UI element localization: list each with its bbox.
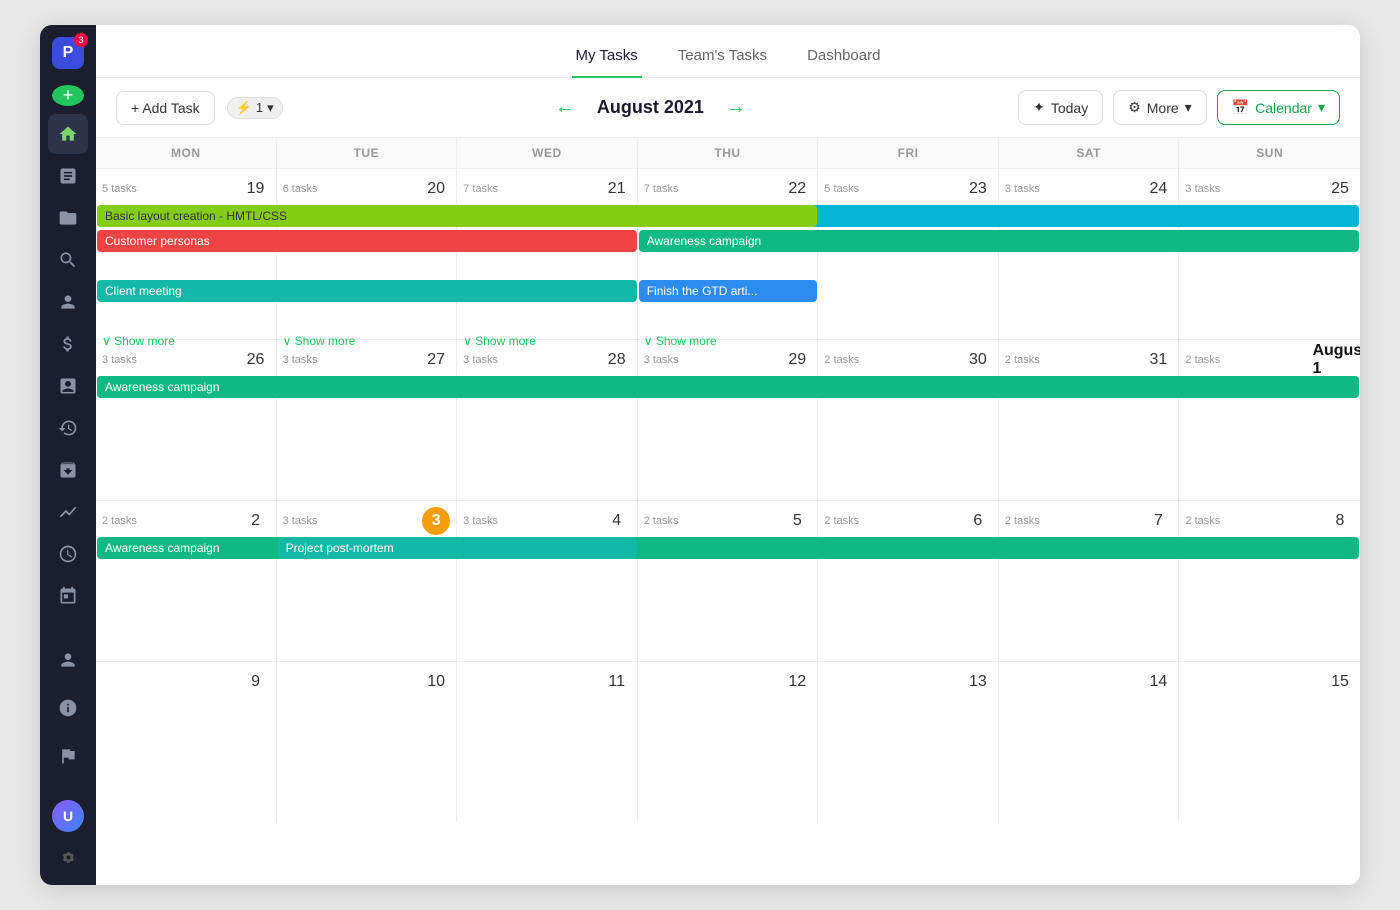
day-header-mon: MON	[96, 138, 277, 168]
more-label: More	[1147, 100, 1179, 116]
day-header-fri: FRI	[818, 138, 999, 168]
header-tabs: My Tasks Team's Tasks Dashboard	[96, 25, 1360, 78]
day-header-tue: TUE	[277, 138, 458, 168]
current-month: August 2021	[597, 97, 704, 118]
calendar-button[interactable]: 📅 Calendar ▾	[1217, 90, 1340, 125]
calendar-label: Calendar	[1255, 100, 1312, 116]
user-avatar[interactable]: U	[52, 800, 84, 832]
day-headers: MON TUE WED THU FRI SAT SUN	[96, 138, 1360, 169]
filter-dropdown-icon: ▾	[267, 100, 274, 116]
sidebar: P 3 +	[40, 25, 96, 885]
week-row-3: 2 tasks 2 3 tasks 3 3 ta	[96, 501, 1360, 662]
today-icon: ✦	[1033, 99, 1045, 116]
settings-icon: ⚙	[1128, 99, 1141, 116]
event-finish-gtd[interactable]: Finish the GTD arti...	[639, 280, 818, 302]
sidebar-item-home[interactable]	[48, 114, 88, 154]
next-month-button[interactable]: →	[720, 92, 752, 124]
event-customer-personas[interactable]: Customer personas	[97, 230, 637, 252]
calendar-dropdown-icon: ▾	[1318, 99, 1325, 116]
week-row-1: 5 tasks 19 6 tasks 20 7	[96, 169, 1360, 340]
today-button[interactable]: ✦ Today	[1018, 90, 1103, 125]
filter-icon: ⚡	[236, 100, 252, 116]
day-cell-14[interactable]: 14	[999, 662, 1180, 822]
day-cell-13[interactable]: 13	[818, 662, 999, 822]
sidebar-item-chart[interactable]	[48, 492, 88, 532]
more-dropdown-icon: ▾	[1185, 99, 1192, 116]
tab-my-tasks[interactable]: My Tasks	[572, 37, 642, 78]
day-num-today: 3	[422, 507, 450, 535]
notification-badge: 3	[74, 33, 88, 47]
event-awareness-campaign-w2[interactable]: Awareness campaign	[97, 376, 1359, 398]
prev-month-button[interactable]: ←	[549, 92, 581, 124]
week-row-2: 3 tasks 26 3 tasks 27 3	[96, 340, 1360, 501]
event-client-meeting[interactable]: Client meeting	[97, 280, 637, 302]
sidebar-item-reports[interactable]	[48, 366, 88, 406]
sidebar-item-flag[interactable]	[48, 736, 88, 776]
day-cell-10[interactable]: 10	[277, 662, 458, 822]
toolbar: + Add Task ⚡ 1 ▾ ← August 2021 → ✦ Today	[96, 78, 1360, 138]
week-row-4: 9 10 11	[96, 662, 1360, 822]
day-cell-9[interactable]: 9	[96, 662, 277, 822]
day-header-wed: WED	[457, 138, 638, 168]
app-container: P 3 +	[40, 25, 1360, 885]
day-header-sat: SAT	[999, 138, 1180, 168]
sidebar-item-files[interactable]	[48, 198, 88, 238]
toolbar-right: ✦ Today ⚙ More ▾ 📅 Calendar ▾	[1018, 90, 1340, 125]
sidebar-item-search[interactable]	[48, 240, 88, 280]
event-project-postmortem[interactable]: Project post-mortem	[278, 537, 637, 559]
day-header-thu: THU	[638, 138, 819, 168]
sidebar-item-archive[interactable]	[48, 450, 88, 490]
sidebar-item-projects[interactable]	[48, 156, 88, 196]
event-basic-layout[interactable]: Basic layout creation - HMTL/CSS	[97, 205, 817, 227]
calendar-icon: 📅	[1232, 99, 1249, 116]
day-cell-12[interactable]: 12	[638, 662, 819, 822]
calendar: MON TUE WED THU FRI SAT SUN 5 tasks	[96, 138, 1360, 885]
sidebar-item-settings[interactable]	[48, 840, 88, 880]
sidebar-item-history[interactable]	[48, 408, 88, 448]
day-header-sun: SUN	[1179, 138, 1360, 168]
add-task-label: + Add Task	[131, 100, 200, 116]
sidebar-item-billing[interactable]	[48, 324, 88, 364]
sidebar-item-notifications[interactable]	[48, 688, 88, 728]
tab-teams-tasks[interactable]: Team's Tasks	[674, 37, 771, 78]
today-label: Today	[1051, 100, 1088, 116]
sidebar-item-contacts[interactable]	[48, 282, 88, 322]
calendar-body: 5 tasks 19 6 tasks 20 7	[96, 169, 1360, 885]
day-cell-15[interactable]: 15	[1179, 662, 1360, 822]
event-awareness-campaign-w1[interactable]: Awareness campaign	[639, 230, 1359, 252]
month-nav: ← August 2021 →	[295, 92, 1007, 124]
more-button[interactable]: ⚙ More ▾	[1113, 90, 1207, 125]
filter-button[interactable]: ⚡ 1 ▾	[227, 97, 283, 119]
sidebar-logo[interactable]: P 3	[52, 37, 84, 69]
filter-count: 1	[256, 100, 263, 115]
sidebar-footer: U	[48, 640, 88, 880]
add-button[interactable]: +	[52, 85, 84, 106]
add-task-button[interactable]: + Add Task	[116, 91, 215, 125]
main-content: My Tasks Team's Tasks Dashboard + Add Ta…	[96, 25, 1360, 885]
sidebar-item-clock[interactable]	[48, 534, 88, 574]
day-cell-11[interactable]: 11	[457, 662, 638, 822]
tab-dashboard[interactable]: Dashboard	[803, 37, 884, 78]
sidebar-nav	[40, 114, 96, 616]
sidebar-item-user[interactable]	[48, 640, 88, 680]
sidebar-item-calendar[interactable]	[48, 576, 88, 616]
